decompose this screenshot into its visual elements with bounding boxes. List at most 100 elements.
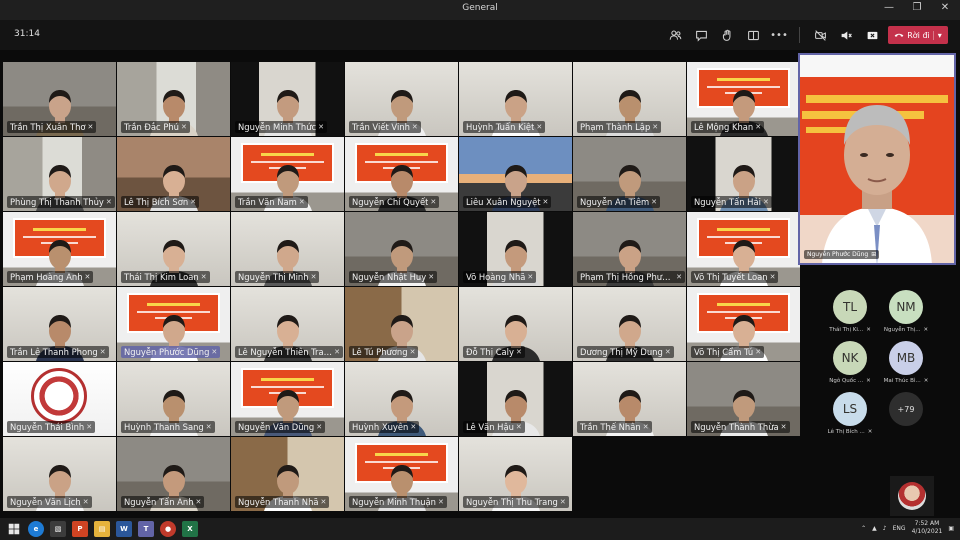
video-tile[interactable]: Võ Hoàng Nhã ✕: [459, 212, 572, 286]
participant-name-tag: Nguyễn Thành Thừa ✕: [691, 421, 790, 433]
minimize-icon[interactable]: —: [882, 2, 896, 13]
more-participants-button[interactable]: +79: [878, 392, 934, 435]
participant-name-tag: Nguyễn Minh Thuận ✕: [349, 496, 447, 508]
participants-icon[interactable]: [665, 25, 685, 45]
avatar-name: Ngô Quốc ...: [829, 378, 864, 384]
video-tile[interactable]: Phạm Thành Lập ✕: [573, 62, 686, 136]
participant-name-tag: Huỳnh Tuấn Kiệt ✕: [463, 121, 546, 133]
chrome-icon[interactable]: ●: [160, 521, 176, 537]
video-tile[interactable]: Nguyễn Thành Thừa ✕: [687, 362, 800, 436]
mic-muted-icon: ✕: [99, 348, 106, 356]
video-tile[interactable]: Nguyễn Thái Bình ✕: [3, 362, 116, 436]
teams-icon[interactable]: T: [138, 521, 154, 537]
share-screen-icon[interactable]: [862, 25, 882, 45]
volume-icon[interactable]: ♪: [883, 525, 887, 532]
video-tile[interactable]: Trần Thị Xuân Thơ ✕: [3, 62, 116, 136]
participant-avatar[interactable]: MB Mai Thúc Bì... ✕: [878, 341, 934, 384]
spotlight-name-tag: Nguyễn Phước Dũng ⊞: [804, 250, 880, 259]
avatar-initials: NK: [833, 341, 867, 375]
video-tile[interactable]: Dương Thị Mỹ Dung ✕: [573, 287, 686, 361]
video-tile[interactable]: Huỳnh Xuyên ✕: [345, 362, 458, 436]
video-tile[interactable]: Lê Văn Hậu ✕: [459, 362, 572, 436]
chevron-down-icon[interactable]: ▾: [932, 30, 942, 40]
video-tile[interactable]: Nguyễn Tấn Anh ✕: [117, 437, 230, 511]
spotlight-video[interactable]: Nguyễn Phước Dũng ⊞: [798, 53, 956, 265]
self-view[interactable]: [890, 476, 934, 516]
video-tile[interactable]: Nguyễn Văn Lịch ✕: [3, 437, 116, 511]
video-tile[interactable]: Phạm Hoàng Anh ✕: [3, 212, 116, 286]
raise-hand-icon[interactable]: [717, 25, 737, 45]
video-tile[interactable]: Nguyễn Văn Dũng ✕: [231, 362, 344, 436]
word-icon[interactable]: W: [116, 521, 132, 537]
video-tile[interactable]: Phạm Thị Hồng Phượng ✕: [573, 212, 686, 286]
video-tile[interactable]: Nguyễn Phước Dũng ✕: [117, 287, 230, 361]
video-gallery: Trần Thị Xuân Thơ ✕ Trần Đắc Phú ✕ Nguyễn Mi…: [3, 62, 800, 511]
video-tile[interactable]: Võ Thị Tuyết Loan ✕: [687, 212, 800, 286]
store-icon[interactable]: ▧: [50, 521, 66, 537]
video-tile[interactable]: Trần Thế Nhân ✕: [573, 362, 686, 436]
participant-avatar[interactable]: LS Lê Thị Bích ... ✕: [822, 392, 878, 435]
video-tile[interactable]: Nguyễn Tấn Hải ✕: [687, 137, 800, 211]
participant-avatar[interactable]: NM Nguyễn Thị... ✕: [878, 290, 934, 333]
video-tile[interactable]: Võ Thị Cẩm Tú ✕: [687, 287, 800, 361]
video-tile[interactable]: Nguyễn Minh Thuận ✕: [345, 437, 458, 511]
file-explorer-icon[interactable]: ▤: [94, 521, 110, 537]
chat-icon[interactable]: [691, 25, 711, 45]
windows-start-icon[interactable]: [6, 521, 22, 537]
video-tile[interactable]: Lê Thị Bích Sơn ✕: [117, 137, 230, 211]
windows-taskbar: e ▧ P ▤ W T ● X ⌃ ▲ ♪ ENG 7:52 AM 4/10/2…: [0, 518, 960, 540]
participant-name: Trần Thế Nhân: [580, 422, 641, 432]
video-tile[interactable]: Nguyễn Thanh Nhã ✕: [231, 437, 344, 511]
rooms-icon[interactable]: [743, 25, 763, 45]
video-tile[interactable]: Nguyễn Thị Thu Trang ✕: [459, 437, 572, 511]
video-tile[interactable]: Nguyễn Minh Thức ✕: [231, 62, 344, 136]
avatar-initials: MB: [889, 341, 923, 375]
participant-name: Lê Văn Hậu: [466, 422, 514, 432]
video-tile[interactable]: Lê Nguyễn Thiên Trang ✕: [231, 287, 344, 361]
powerpoint-icon[interactable]: P: [72, 521, 88, 537]
video-tile[interactable]: Lê Tú Phương ✕: [345, 287, 458, 361]
video-tile[interactable]: Nguyễn Thị Minh ✕: [231, 212, 344, 286]
video-tile[interactable]: Nguyễn An Tiêm ✕: [573, 137, 686, 211]
video-tile[interactable]: Trần Viết Vinh ✕: [345, 62, 458, 136]
notifications-icon[interactable]: ▣: [948, 525, 954, 532]
mic-muted-icon: ✕: [320, 498, 327, 506]
clock-time: 7:52 AM: [914, 520, 940, 527]
participant-avatar[interactable]: NK Ngô Quốc ... ✕: [822, 341, 878, 384]
system-clock[interactable]: 7:52 AM 4/10/2021: [912, 520, 943, 536]
video-tile[interactable]: Nguyễn Nhật Huy ✕: [345, 212, 458, 286]
video-tile[interactable]: Trần Đắc Phú ✕: [117, 62, 230, 136]
video-tile[interactable]: Liêu Xuân Nguyệt ✕: [459, 137, 572, 211]
mic-muted-icon: ✕: [755, 348, 762, 356]
teams-meeting-window: General — ❐ ✕ 31:14 ••• Rời đi ▾ Trần Th…: [0, 0, 960, 540]
wifi-icon[interactable]: ▲: [872, 525, 877, 532]
participant-avatar[interactable]: TL Thái Thị Ki... ✕: [822, 290, 878, 333]
more-options-icon[interactable]: •••: [769, 25, 789, 45]
participant-name-tag: Nguyễn Phước Dũng ✕: [121, 346, 221, 358]
pin-icon[interactable]: ⊞: [871, 251, 876, 258]
tray-chevron-icon[interactable]: ⌃: [861, 525, 866, 532]
video-tile[interactable]: Trần Lê Thanh Phong ✕: [3, 287, 116, 361]
avatar-label-row: Nguyễn Thị... ✕: [884, 327, 928, 333]
edge-icon[interactable]: e: [28, 521, 44, 537]
video-tile[interactable]: Huỳnh Thanh Sang ✕: [117, 362, 230, 436]
excel-icon[interactable]: X: [182, 521, 198, 537]
speaker-muted-icon[interactable]: [836, 25, 856, 45]
video-tile[interactable]: Thái Thị Kim Loan ✕: [117, 212, 230, 286]
video-tile[interactable]: Nguyễn Chí Quyết ✕: [345, 137, 458, 211]
mic-muted-icon: ✕: [195, 498, 202, 506]
camera-off-icon[interactable]: [810, 25, 830, 45]
video-tile[interactable]: Đỗ Thị Caly ✕: [459, 287, 572, 361]
restore-icon[interactable]: ❐: [910, 2, 924, 13]
video-tile[interactable]: Phùng Thị Thanh Thủy ✕: [3, 137, 116, 211]
participant-name: Lê Mộng Khan: [694, 122, 754, 132]
participant-name: Nguyễn Văn Lịch: [10, 497, 81, 507]
close-window-icon[interactable]: ✕: [938, 2, 952, 13]
video-tile[interactable]: Trần Văn Nam ✕: [231, 137, 344, 211]
video-tile[interactable]: Lê Mộng Khan ✕: [687, 62, 800, 136]
leave-button[interactable]: Rời đi ▾: [888, 26, 948, 44]
spotlight-name: Nguyễn Phước Dũng: [807, 251, 869, 258]
language-indicator[interactable]: ENG: [893, 525, 906, 532]
video-tile[interactable]: Huỳnh Tuấn Kiệt ✕: [459, 62, 572, 136]
phone-hangup-icon: [894, 33, 904, 37]
